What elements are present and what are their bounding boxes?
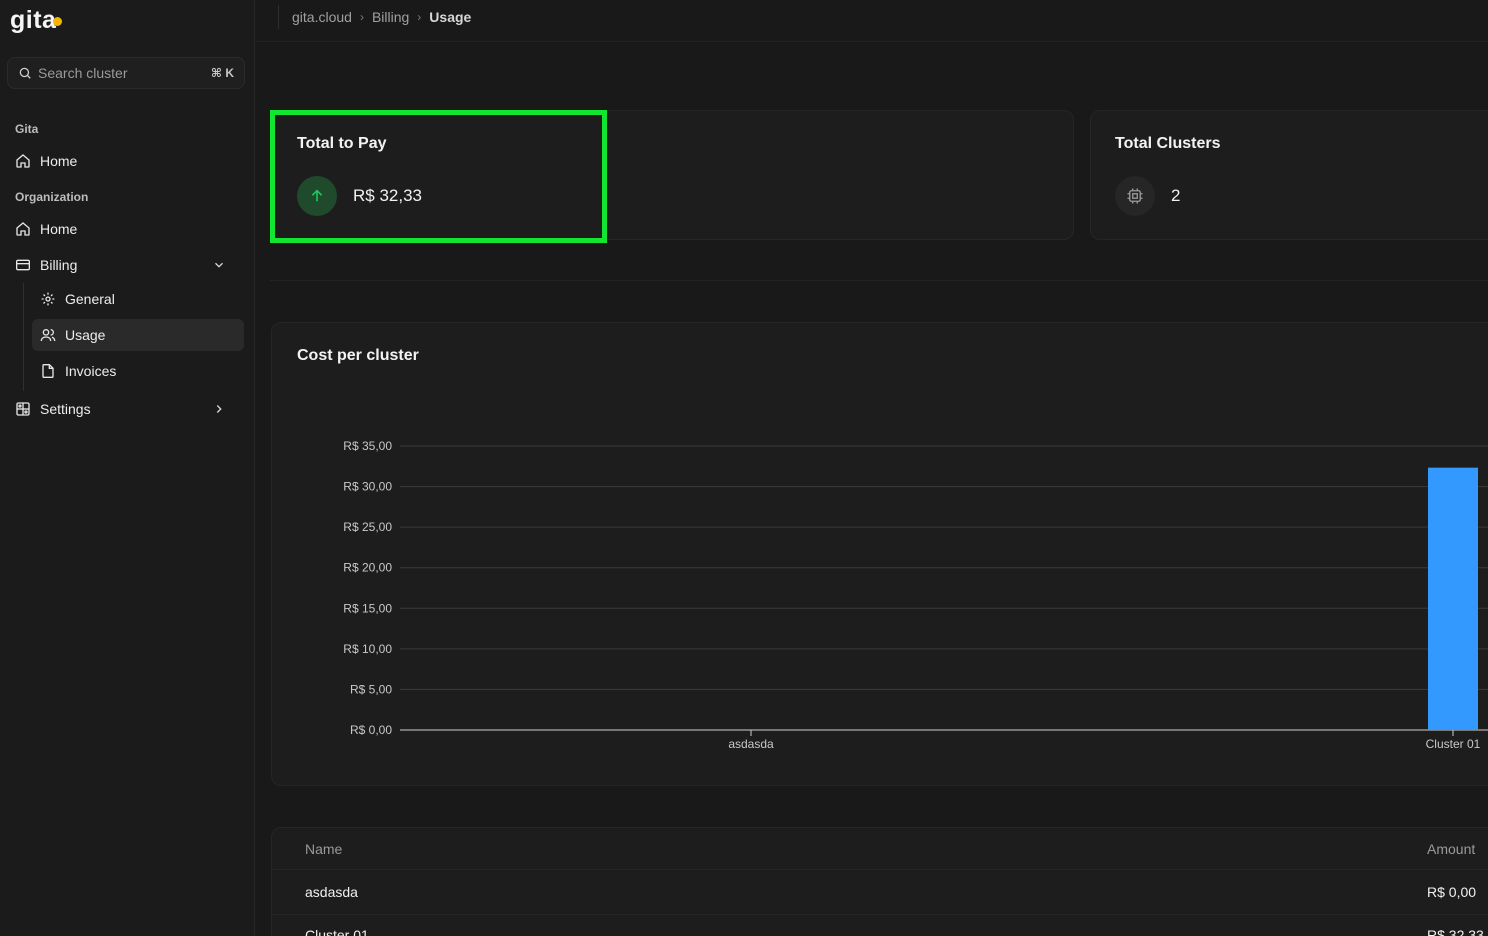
x-tick-label: asdasda — [728, 737, 774, 751]
table-cell-name: Cluster 01 — [305, 927, 369, 936]
y-tick-label: R$ 5,00 — [350, 682, 392, 696]
y-tick-label: R$ 15,00 — [343, 601, 392, 615]
y-tick-label: R$ 30,00 — [343, 480, 392, 494]
table-row-divider — [272, 869, 1488, 870]
bar-cluster-01 — [1428, 467, 1478, 730]
y-tick-label: R$ 25,00 — [343, 520, 392, 534]
y-tick-label: R$ 10,00 — [343, 642, 392, 656]
table-cell-amount: R$ 32,33 — [1427, 927, 1484, 936]
table-cell-amount: R$ 0,00 — [1427, 884, 1477, 900]
table-row-divider — [272, 914, 1488, 915]
table-cell-name: asdasda — [305, 884, 358, 900]
cost-table-card: Name Amount asdasda R$ 0,00 Cluster 01 R… — [271, 827, 1488, 936]
cost-per-cluster-chart: R$ 0,00 R$ 5,00 R$ 10,00 R$ 15,00 R$ 20,00 R$… — [343, 439, 1488, 751]
y-tick-label: R$ 0,00 — [350, 723, 392, 737]
table-header-name: Name — [305, 841, 343, 857]
x-tick-label: Cluster 01 — [1426, 737, 1481, 751]
y-tick-label: R$ 20,00 — [343, 561, 392, 575]
y-tick-label: R$ 35,00 — [343, 439, 392, 453]
table-header-amount: Amount — [1427, 841, 1476, 857]
